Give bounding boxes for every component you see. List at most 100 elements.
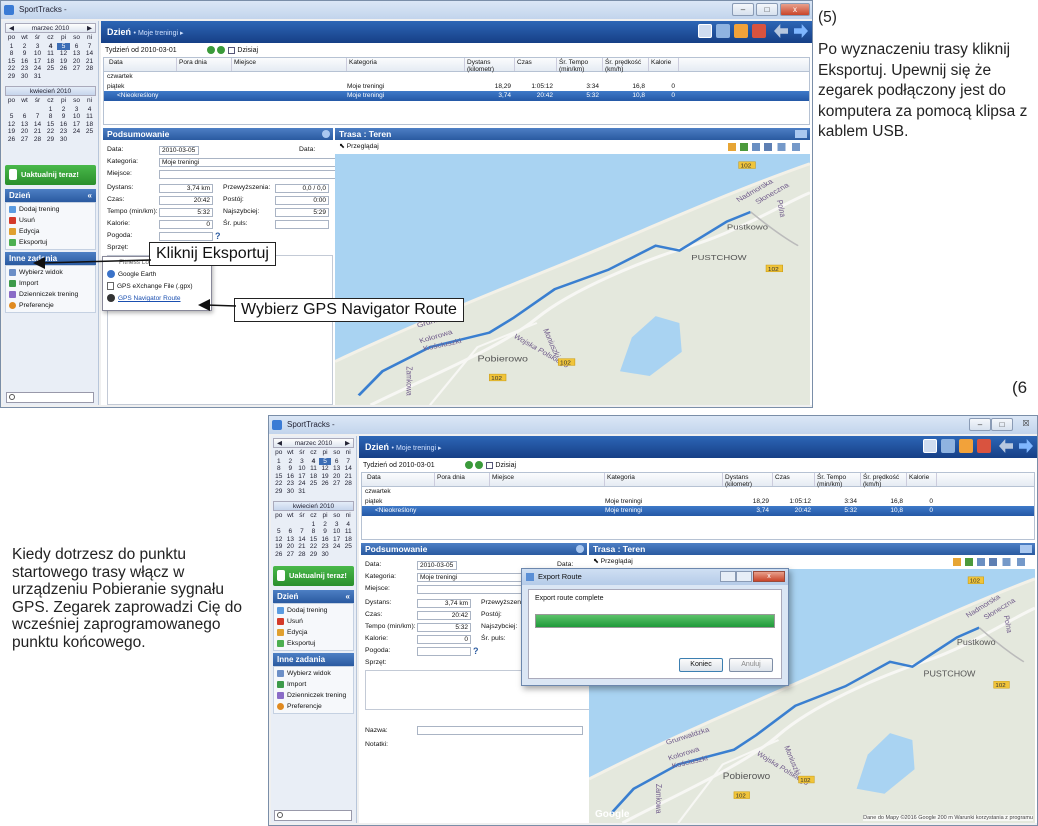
calendar-day[interactable]: 24 <box>70 128 83 136</box>
calendar-day[interactable]: 9 <box>18 50 31 58</box>
calendar-day[interactable]: 10 <box>31 50 44 58</box>
calendar-day[interactable]: 22 <box>273 480 285 488</box>
calendar-day[interactable]: 1 <box>273 458 285 466</box>
next-month-icon-2[interactable]: ▶ <box>345 439 350 447</box>
calendar-day[interactable]: 30 <box>57 136 70 144</box>
calendar-day[interactable]: 31 <box>31 73 44 81</box>
calendar-day[interactable]: 20 <box>70 58 83 66</box>
summary-field[interactable]: 5:32 <box>417 622 471 632</box>
table-row[interactable]: czwartek <box>104 72 809 82</box>
athlete-icon[interactable] <box>734 24 748 38</box>
calendar-day[interactable]: 30 <box>319 551 331 559</box>
calendar-day[interactable]: 3 <box>31 43 44 51</box>
table-row[interactable]: <Nieokreślony Cza... Moje treningi 3,74 20:… <box>362 506 1034 524</box>
summary-field[interactable]: Moje treningi <box>159 157 339 167</box>
add-workout-item-2[interactable]: Dodaj trening <box>277 605 350 616</box>
prev-month-icon-2[interactable]: ◀ <box>277 439 282 447</box>
column-header[interactable]: Kalorie <box>649 58 679 71</box>
calendar-day[interactable]: 18 <box>308 473 320 481</box>
column-header[interactable]: Śr. Tempo (min/km) <box>557 58 603 73</box>
column-header[interactable]: Data <box>365 473 435 486</box>
column-header[interactable]: Miejsce <box>490 473 605 486</box>
collapse-icon-2[interactable]: « <box>346 590 350 603</box>
logbook-item-2[interactable]: Dzienniczek trening <box>277 690 350 701</box>
breadcrumb-2[interactable]: • Moje treningi ▸ <box>392 445 442 452</box>
calendar-day[interactable]: 12 <box>57 50 70 58</box>
calendar-day[interactable]: 13 <box>285 536 297 544</box>
summary-field[interactable]: 20:42 <box>159 195 213 205</box>
preferences-item[interactable]: Preferencje <box>9 300 92 311</box>
summary-field[interactable] <box>159 169 339 179</box>
route-menu-icon-2[interactable] <box>1020 545 1032 553</box>
import-item[interactable]: Import <box>9 278 92 289</box>
calendar-day[interactable]: 11 <box>342 528 354 536</box>
export-gps-navigator-item[interactable]: GPS Navigator Route <box>103 293 211 305</box>
calendar-view-icon[interactable] <box>698 24 712 38</box>
calendar-day[interactable]: 8 <box>308 528 320 536</box>
calendar-day[interactable]: 19 <box>57 58 70 66</box>
calendar-day[interactable]: 26 <box>5 136 18 144</box>
calendar-day[interactable]: 4 <box>44 43 57 51</box>
calendar-day[interactable]: 23 <box>285 480 297 488</box>
dialog-close[interactable]: x <box>753 571 785 582</box>
calendar-day[interactable]: 14 <box>31 121 44 129</box>
calendar-day[interactable]: 29 <box>273 488 285 496</box>
calendar-day[interactable]: 1 <box>5 43 18 51</box>
map-tools-2[interactable] <box>953 558 1033 566</box>
calendar-day[interactable]: 7 <box>342 458 354 466</box>
maximize-button[interactable]: □ <box>756 3 778 16</box>
calendar-day[interactable]: 16 <box>285 473 297 481</box>
calendar-day[interactable]: 27 <box>285 551 297 559</box>
calendar-day[interactable]: 2 <box>319 521 331 529</box>
calendar-day[interactable]: 11 <box>308 465 320 473</box>
calendar-day[interactable]: 22 <box>44 128 57 136</box>
calendar-day[interactable]: 7 <box>31 113 44 121</box>
calendar-day[interactable]: 25 <box>44 65 57 73</box>
column-header[interactable]: Pora dnia <box>435 473 490 486</box>
calendar-day[interactable]: 16 <box>18 58 31 66</box>
calendar-day[interactable]: 13 <box>18 121 31 129</box>
column-header[interactable]: Kategoria <box>605 473 723 486</box>
dialog-minimize[interactable] <box>720 571 736 582</box>
tasks-section-header-2[interactable]: Inne zadania <box>273 653 354 666</box>
calendar-day[interactable]: 7 <box>296 528 308 536</box>
calendar-day[interactable]: 27 <box>70 65 83 73</box>
summary-field[interactable] <box>417 646 471 656</box>
calendar-day[interactable]: 28 <box>296 551 308 559</box>
export-item-2[interactable]: Eksportuj <box>277 638 350 649</box>
calendar-day[interactable]: 15 <box>273 473 285 481</box>
summary-field[interactable]: 0,0 / 0,0 <box>275 183 329 193</box>
preferences-item-2[interactable]: Preferencje <box>277 701 350 712</box>
next-month-icon[interactable]: ▶ <box>87 24 92 32</box>
summary-field[interactable]: 20:42 <box>417 610 471 620</box>
calendar-day[interactable]: 12 <box>273 536 285 544</box>
view-label-2[interactable]: Przeglądaj <box>601 558 633 565</box>
calendar-day[interactable]: 18 <box>83 121 96 129</box>
calendar-day[interactable]: 8 <box>273 465 285 473</box>
column-header[interactable]: Śr. prędkość (km/h) <box>603 58 649 73</box>
calendar-day[interactable]: 14 <box>83 50 96 58</box>
minimize-button[interactable]: – <box>732 3 754 16</box>
calendar-day[interactable]: 9 <box>319 528 331 536</box>
calendar-day[interactable]: 21 <box>342 473 354 481</box>
calendar-day[interactable]: 28 <box>342 480 354 488</box>
calendar-days-2[interactable]: 1 2 3 4 5 6 7 8 9 10 11 12 13 14 15 16 17 18 19 20 21 22 23 24 2… <box>273 457 354 496</box>
calendar-day[interactable]: 2 <box>18 43 31 51</box>
calendar-day[interactable]: 29 <box>308 551 320 559</box>
map-tools[interactable] <box>728 143 808 151</box>
calendar-day[interactable]: 26 <box>57 65 70 73</box>
calendar-day[interactable]: 4 <box>342 521 354 529</box>
calendar-day[interactable]: 26 <box>319 480 331 488</box>
choose-view-item-2[interactable]: Wybierz widok <box>277 668 350 679</box>
search-box[interactable] <box>6 392 94 403</box>
back-arrow-icon[interactable] <box>774 24 788 38</box>
calendar-day[interactable]: 19 <box>5 128 18 136</box>
calendar-day[interactable]: 29 <box>5 73 18 81</box>
calendar-day[interactable]: 19 <box>273 543 285 551</box>
calendar-day[interactable]: 15 <box>44 121 57 129</box>
tools-icon[interactable] <box>716 24 730 38</box>
cancel-button[interactable]: Anuluj <box>729 658 773 672</box>
calendar-day[interactable]: 28 <box>83 65 96 73</box>
column-header[interactable]: Kategoria <box>347 58 465 71</box>
calendar-day[interactable]: 1 <box>308 521 320 529</box>
